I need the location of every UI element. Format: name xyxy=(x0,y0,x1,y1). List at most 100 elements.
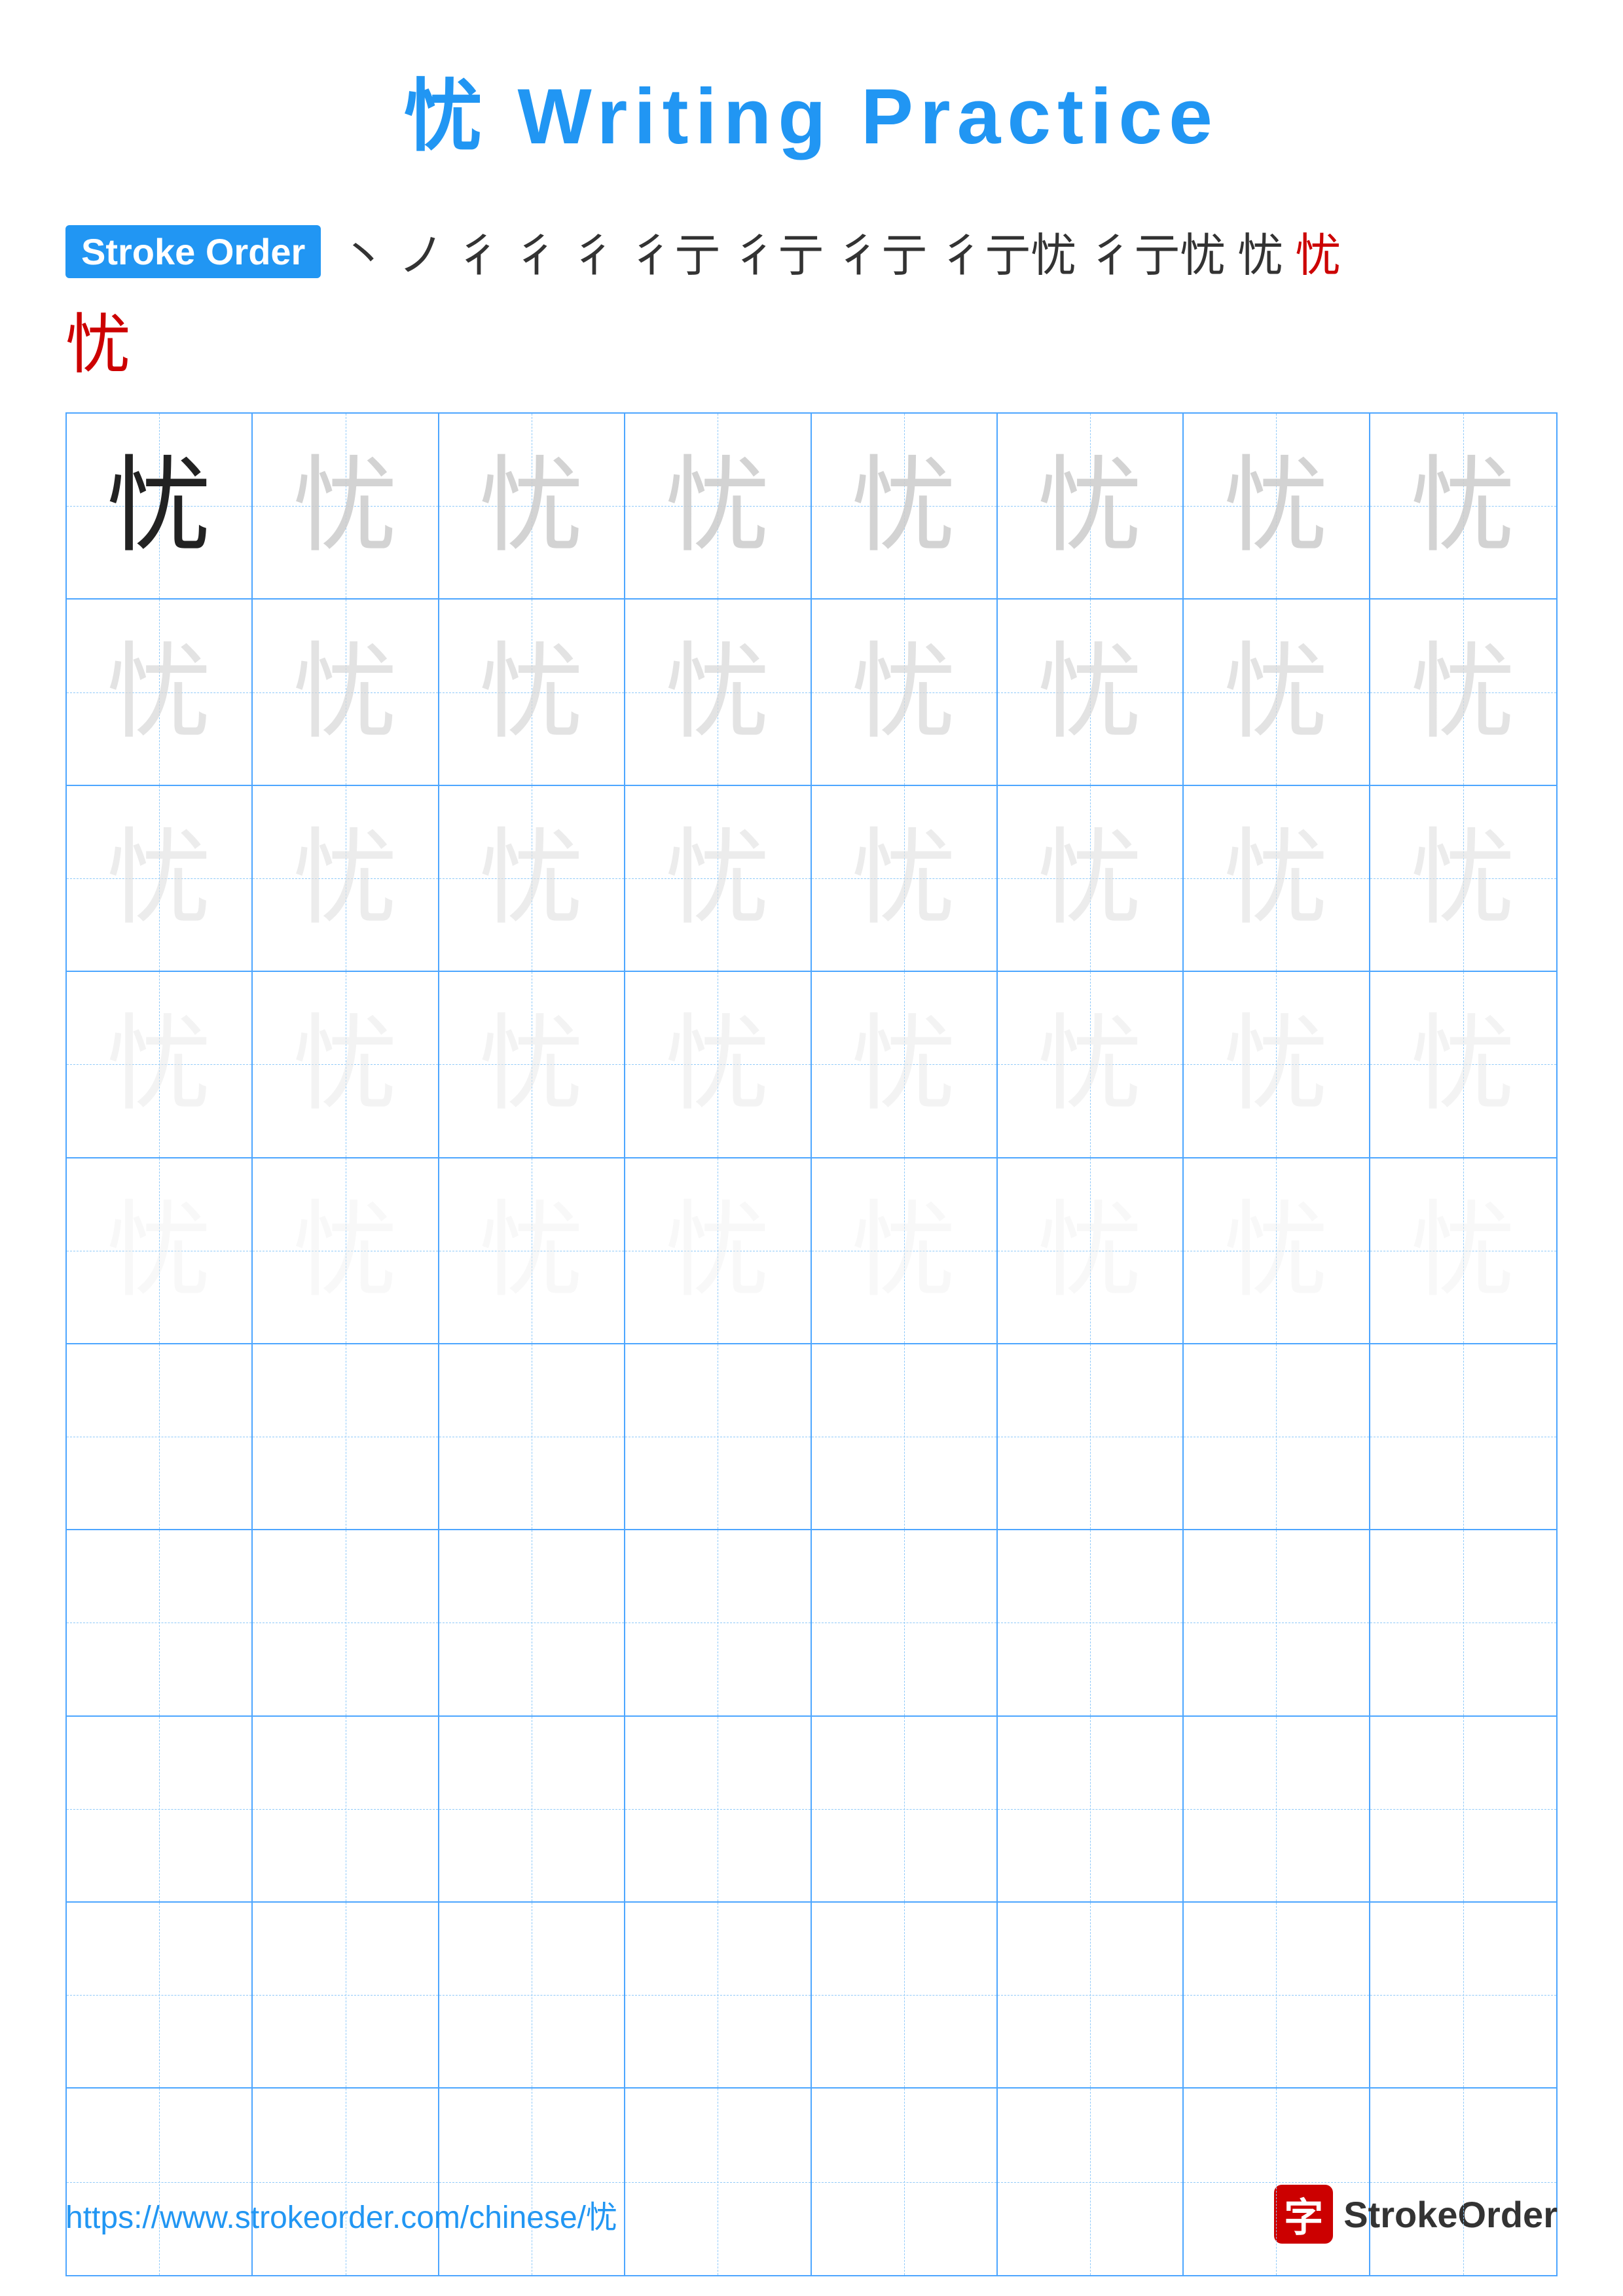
grid-cell xyxy=(67,1530,253,1716)
practice-char: 忧 xyxy=(107,640,211,745)
grid-cell xyxy=(1184,1903,1370,2089)
grid-cell xyxy=(625,1903,811,2089)
grid-cell xyxy=(625,1344,811,1530)
grid-cell xyxy=(1370,2089,1556,2274)
grid-cell: 忧 xyxy=(67,972,253,1158)
grid-cell: 忧 xyxy=(1370,972,1556,1158)
grid-cell xyxy=(253,1717,439,1903)
stroke-step-11: 忧 xyxy=(1237,219,1283,285)
grid-cell xyxy=(625,1530,811,1716)
grid-cell: 忧 xyxy=(439,786,625,972)
grid-row-9 xyxy=(67,1903,1556,2089)
grid-cell: 忧 xyxy=(812,600,998,785)
grid-cell: 忧 xyxy=(1184,1158,1370,1344)
stroke-order-badge: Stroke Order xyxy=(65,225,321,278)
grid-cell xyxy=(1370,1530,1556,1716)
grid-cell: 忧 xyxy=(1184,600,1370,785)
stroke-step-12: 忧 xyxy=(1295,219,1341,285)
grid-cell: 忧 xyxy=(812,786,998,972)
stroke-step-4: 彳 xyxy=(513,219,559,285)
grid-cell: 忧 xyxy=(812,972,998,1158)
grid-cell: 忧 xyxy=(625,1158,811,1344)
grid-cell: 忧 xyxy=(253,600,439,785)
grid-row-7 xyxy=(67,1530,1556,1716)
grid-cell xyxy=(998,1903,1184,2089)
grid-cell: 忧 xyxy=(998,972,1184,1158)
grid-cell: 忧 xyxy=(812,1158,998,1344)
practice-char: 忧 xyxy=(479,1012,584,1117)
grid-cell xyxy=(253,2089,439,2274)
grid-cell xyxy=(998,1717,1184,1903)
grid-cell xyxy=(812,1344,998,1530)
grid-cell: 忧 xyxy=(998,786,1184,972)
grid-cell: 忧 xyxy=(998,414,1184,600)
practice-char: 忧 xyxy=(107,826,211,931)
practice-char: 忧 xyxy=(1224,1198,1328,1303)
brand-name: StrokeOrder xyxy=(1343,2193,1558,2236)
practice-char: 忧 xyxy=(479,640,584,745)
grid-cell: 忧 xyxy=(1184,414,1370,600)
stroke-step-5: 彳 xyxy=(571,219,617,285)
grid-cell xyxy=(253,1530,439,1716)
grid-cell: 忧 xyxy=(625,414,811,600)
grid-cell xyxy=(625,2089,811,2274)
practice-char: 忧 xyxy=(1411,826,1516,931)
practice-char: 忧 xyxy=(107,454,211,558)
grid-cell: 忧 xyxy=(1370,600,1556,785)
grid-cell xyxy=(998,1344,1184,1530)
grid-cell xyxy=(1370,1344,1556,1530)
practice-char: 忧 xyxy=(1411,1012,1516,1117)
grid-row-2: 忧 忧 忧 忧 忧 忧 忧 忧 xyxy=(67,600,1556,785)
grid-cell xyxy=(998,1530,1184,1716)
grid-cell: 忧 xyxy=(67,600,253,785)
practice-char: 忧 xyxy=(665,454,770,558)
grid-row-8 xyxy=(67,1717,1556,1903)
grid-cell xyxy=(625,1717,811,1903)
practice-char: 忧 xyxy=(1224,1012,1328,1117)
grid-cell: 忧 xyxy=(67,1158,253,1344)
grid-cell: 忧 xyxy=(439,1158,625,1344)
grid-cell xyxy=(439,1344,625,1530)
grid-cell: 忧 xyxy=(439,414,625,600)
practice-char: 忧 xyxy=(665,1012,770,1117)
practice-char: 忧 xyxy=(1224,454,1328,558)
grid-row-4: 忧 忧 忧 忧 忧 忧 忧 忧 xyxy=(67,972,1556,1158)
footer-brand: 字 StrokeOrder xyxy=(1274,2185,1558,2244)
grid-row-10 xyxy=(67,2089,1556,2274)
practice-char: 忧 xyxy=(1411,454,1516,558)
practice-char: 忧 xyxy=(852,454,957,558)
grid-cell: 忧 xyxy=(1184,972,1370,1158)
grid-cell xyxy=(812,1717,998,1903)
practice-char: 忧 xyxy=(479,454,584,558)
page-title: 忧 Writing Practice xyxy=(0,0,1623,166)
grid-row-6 xyxy=(67,1344,1556,1530)
practice-char: 忧 xyxy=(1038,1198,1142,1303)
grid-cell: 忧 xyxy=(67,786,253,972)
grid-cell xyxy=(67,1903,253,2089)
grid-cell xyxy=(253,1903,439,2089)
grid-cell xyxy=(1184,2089,1370,2274)
footer: https://www.strokeorder.com/chinese/忧 字 … xyxy=(0,2185,1623,2244)
grid-cell: 忧 xyxy=(253,414,439,600)
footer-url[interactable]: https://www.strokeorder.com/chinese/忧 xyxy=(65,2191,617,2237)
grid-cell: 忧 xyxy=(1370,786,1556,972)
grid-cell xyxy=(439,1717,625,1903)
grid-cell: 忧 xyxy=(625,786,811,972)
grid-cell xyxy=(67,2089,253,2274)
grid-cell: 忧 xyxy=(67,414,253,600)
grid-cell: 忧 xyxy=(625,600,811,785)
grid-row-3: 忧 忧 忧 忧 忧 忧 忧 忧 xyxy=(67,786,1556,972)
grid-cell: 忧 xyxy=(1184,786,1370,972)
practice-char: 忧 xyxy=(852,1012,957,1117)
practice-char: 忧 xyxy=(1038,1012,1142,1117)
grid-cell xyxy=(439,2089,625,2274)
grid-row-5: 忧 忧 忧 忧 忧 忧 忧 忧 xyxy=(67,1158,1556,1344)
practice-char: 忧 xyxy=(1038,640,1142,745)
practice-char: 忧 xyxy=(293,1198,398,1303)
stroke-step-1: 丶 xyxy=(340,219,386,285)
practice-grid: 忧 忧 忧 忧 忧 忧 忧 忧 忧 忧 忧 忧 忧 忧 忧 忧 忧 忧 忧 忧 … xyxy=(65,412,1558,2276)
practice-char: 忧 xyxy=(1411,640,1516,745)
practice-char: 忧 xyxy=(1038,454,1142,558)
practice-char: 忧 xyxy=(1224,826,1328,931)
grid-cell: 忧 xyxy=(253,972,439,1158)
